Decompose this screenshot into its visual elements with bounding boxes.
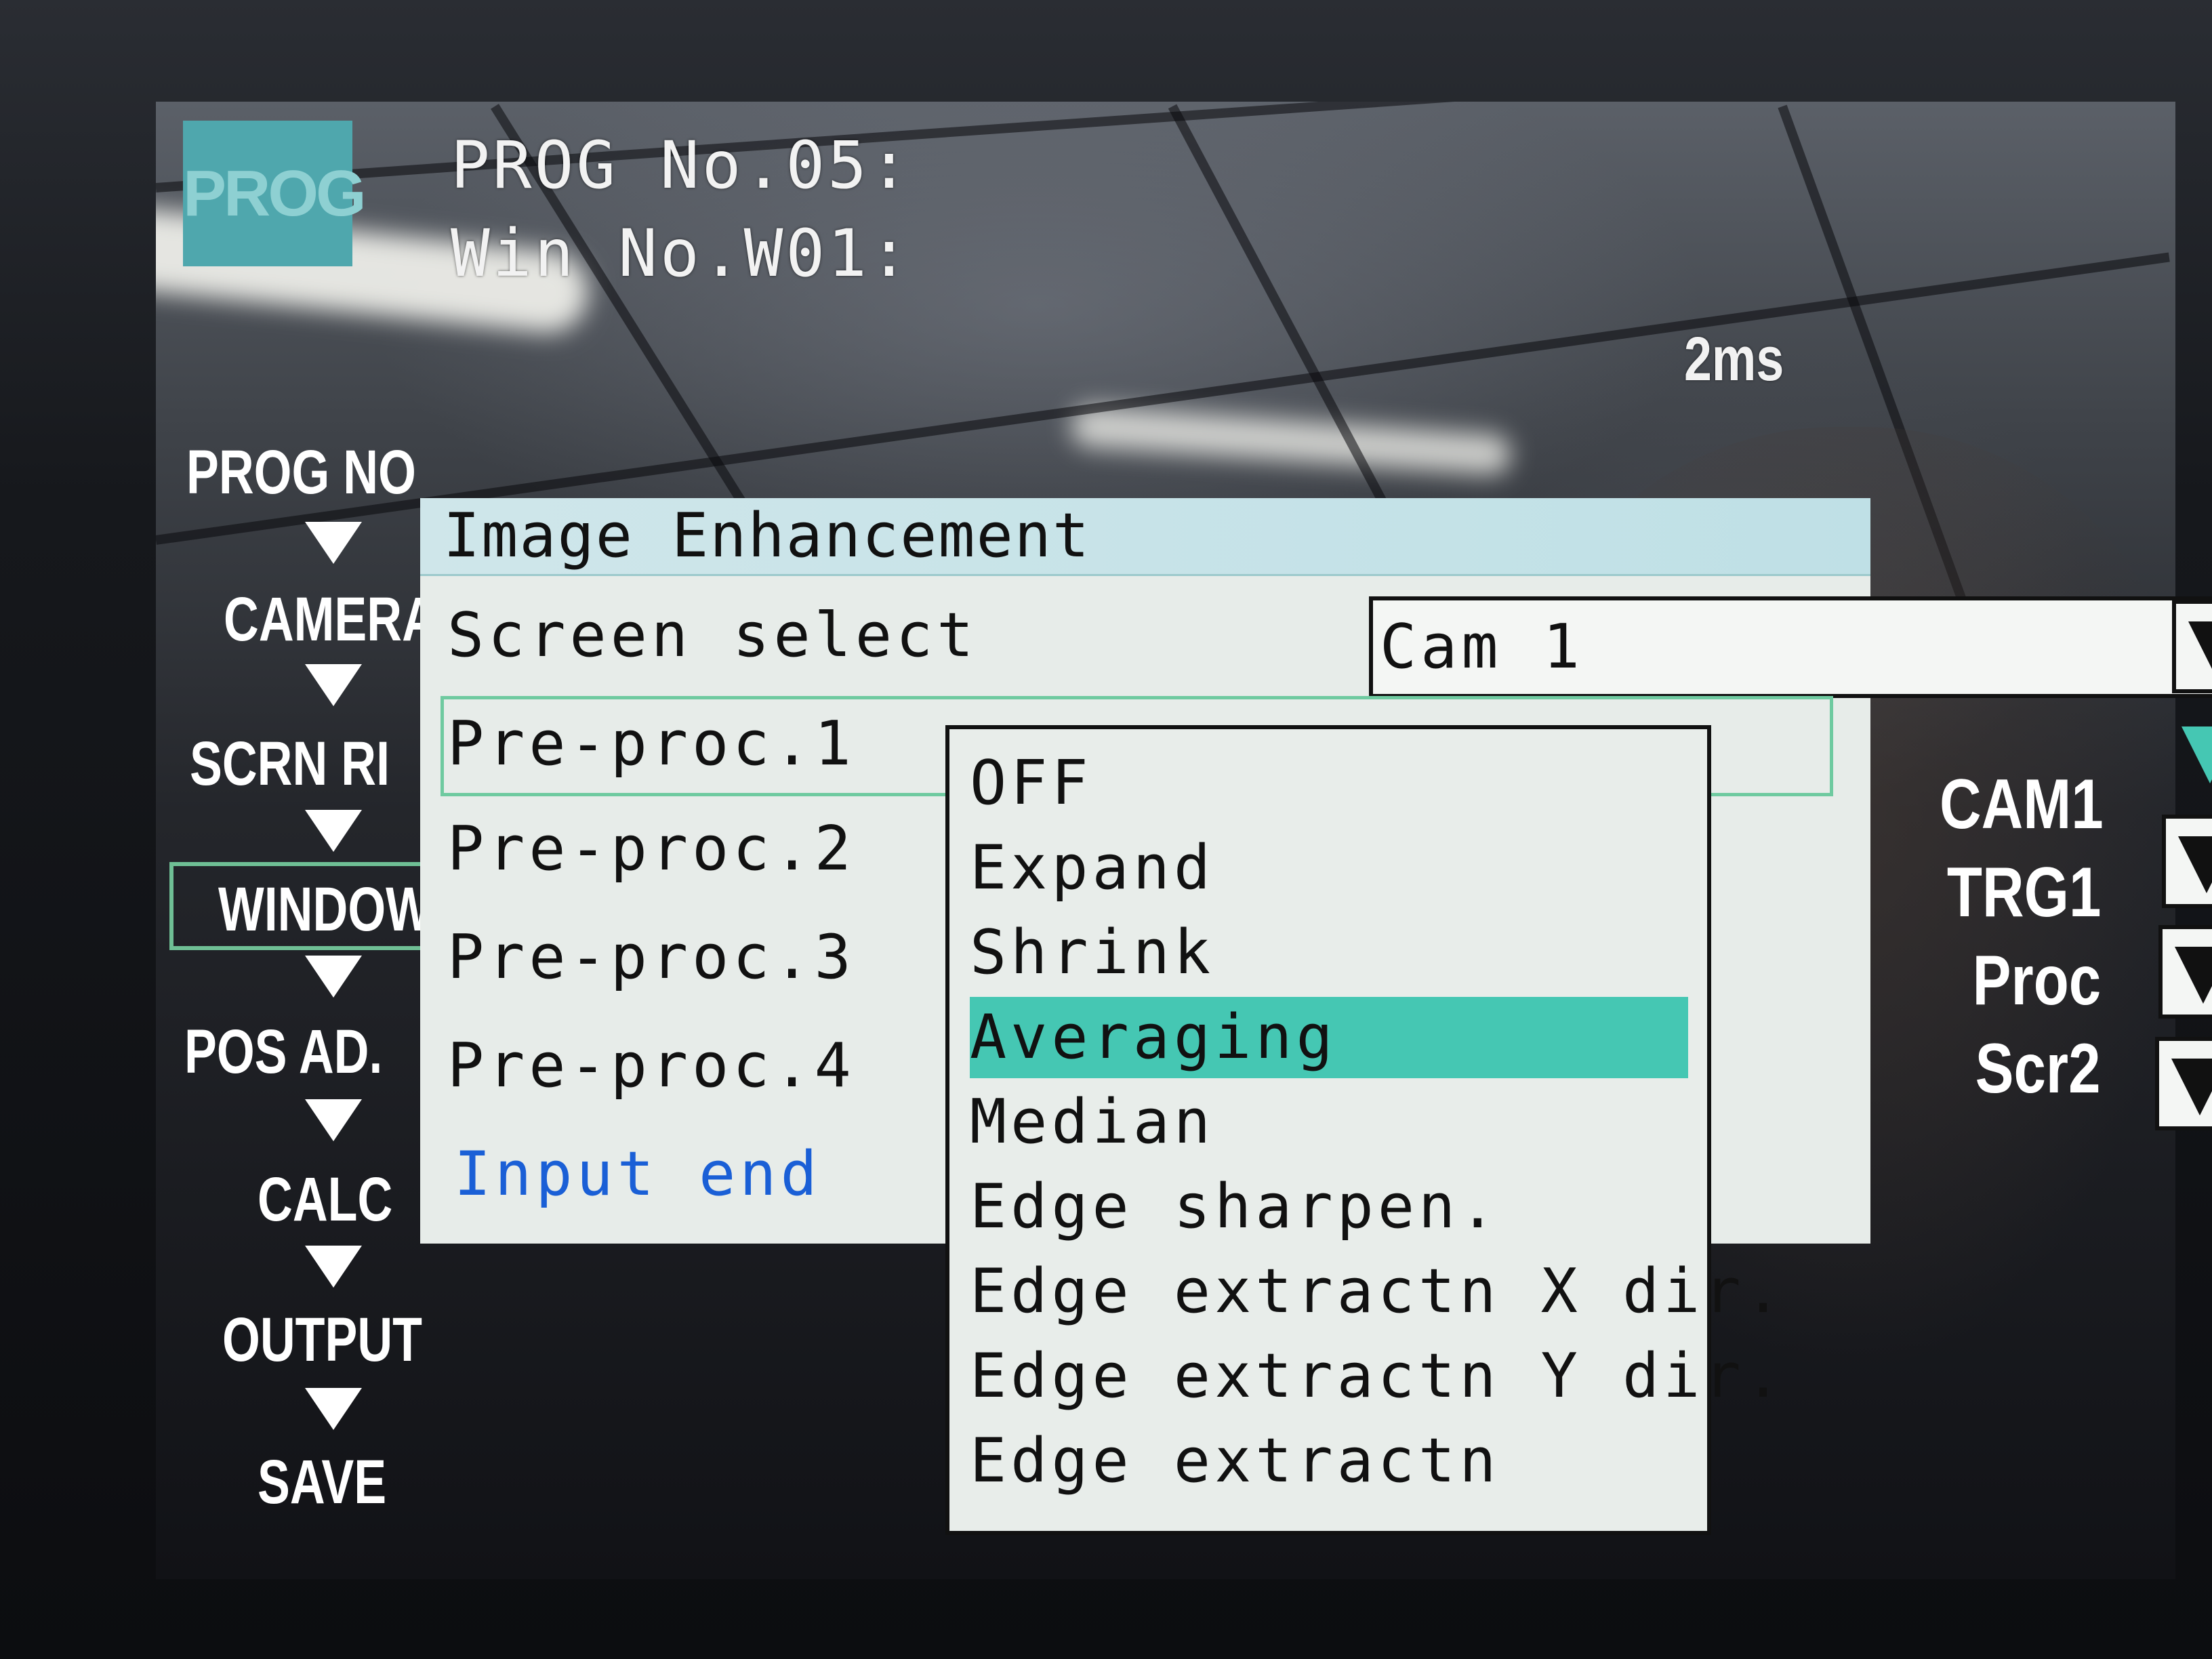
flow-step-prog-no[interactable]: PROG NO xyxy=(186,437,416,508)
status-proc: Proc xyxy=(1972,941,2101,1020)
option-off[interactable]: OFF xyxy=(970,743,1688,824)
input-end-button[interactable]: Input end xyxy=(454,1139,821,1210)
pre-proc-3-dropdown-button[interactable] xyxy=(2158,925,2212,1019)
screen-select-value: Cam 1 xyxy=(1380,611,1584,682)
option-shrink[interactable]: Shrink xyxy=(970,912,1688,994)
flow-step-pos-adj[interactable]: POS AD. xyxy=(184,1017,382,1088)
flow-step-window[interactable]: WINDOW xyxy=(218,874,432,945)
flow-step-output[interactable]: OUTPUT xyxy=(222,1305,422,1376)
down-triangle-icon xyxy=(305,1099,362,1141)
down-triangle-icon xyxy=(305,1388,362,1430)
dropdown-arrow-icon xyxy=(2175,947,2212,1004)
pre-proc-1-dropdown-button[interactable] xyxy=(2165,705,2212,798)
pre-proc-2-dropdown-button[interactable] xyxy=(2162,815,2212,908)
option-expand[interactable]: Expand xyxy=(970,827,1688,909)
screen-select-label: Screen select xyxy=(447,600,978,671)
screen-select-dropdown[interactable]: Cam 1 xyxy=(1369,596,2212,698)
dropdown-arrow-icon xyxy=(2188,621,2212,678)
status-camera: CAM1 xyxy=(1940,765,2104,844)
option-edge-extract-y[interactable]: Edge extractn Y dir. xyxy=(970,1336,1782,1417)
pre-proc-3-label[interactable]: Pre-proc.3 xyxy=(447,922,855,993)
window-number-line: Win No.W01: xyxy=(451,216,912,291)
prog-badge: PROG xyxy=(183,121,367,266)
dropdown-arrow-icon xyxy=(2171,1059,2212,1115)
flow-step-calc[interactable]: CALC xyxy=(258,1164,392,1235)
pre-proc-4-label[interactable]: Pre-proc.4 xyxy=(447,1030,855,1101)
pre-proc-2-label[interactable]: Pre-proc.2 xyxy=(447,813,855,884)
flow-step-screen-ref[interactable]: SCRN RI xyxy=(190,729,390,800)
dialog-title: Image Enhancement xyxy=(443,500,1091,571)
option-edge-extract[interactable]: Edge extractn xyxy=(970,1420,1688,1502)
option-averaging[interactable]: Averaging xyxy=(970,997,1688,1078)
dropdown-arrow-icon xyxy=(2182,726,2212,783)
option-median[interactable]: Median xyxy=(970,1082,1688,1163)
pre-proc-options-list[interactable]: OFF Expand Shrink Averaging Median Edge … xyxy=(945,725,1782,1535)
dropdown-arrow-icon xyxy=(2178,836,2212,893)
ceiling-light-reflection xyxy=(1069,405,1513,476)
screen-select-dropdown-button[interactable] xyxy=(2172,600,2212,693)
flow-step-save[interactable]: SAVE xyxy=(258,1447,386,1518)
pre-proc-1-label[interactable]: Pre-proc.1 xyxy=(447,708,855,779)
processing-time: 2ms xyxy=(1684,325,1784,394)
down-triangle-icon xyxy=(305,522,362,564)
down-triangle-icon xyxy=(305,664,362,706)
down-triangle-icon xyxy=(305,810,362,852)
option-edge-sharpen[interactable]: Edge sharpen. xyxy=(970,1166,1688,1248)
prog-number-line: PROG No.05: xyxy=(451,127,912,203)
down-triangle-icon xyxy=(305,956,362,998)
status-trigger: TRG1 xyxy=(1946,853,2101,932)
dialog-title-bar: Image Enhancement xyxy=(420,498,1870,576)
status-screen: Scr2 xyxy=(1975,1029,2101,1108)
flow-step-camera[interactable]: CAMERA xyxy=(224,584,437,655)
pre-proc-4-dropdown-button[interactable] xyxy=(2155,1037,2212,1130)
option-edge-extract-x[interactable]: Edge extractn X dir. xyxy=(970,1251,1782,1332)
down-triangle-icon xyxy=(305,1246,362,1288)
